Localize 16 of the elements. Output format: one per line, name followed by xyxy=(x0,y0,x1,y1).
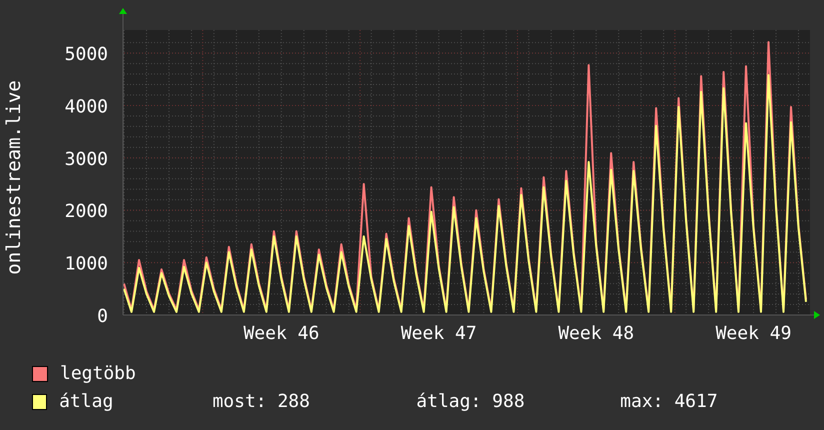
legend-stat: átlag: 988 xyxy=(416,391,526,412)
x-tick-label: Week 49 xyxy=(716,323,792,344)
x-tick-label: Week 48 xyxy=(558,323,634,344)
legend-label: legtöbb xyxy=(60,363,137,384)
x-tick-label: Week 46 xyxy=(243,323,320,344)
y-tick-label: 0 xyxy=(97,306,108,327)
y-tick-label: 1000 xyxy=(64,254,108,275)
legend-stat: most: 288 xyxy=(212,391,311,412)
legend-stat: max: 4617 xyxy=(620,391,719,412)
y-axis-title: onlinestream.live xyxy=(3,80,25,275)
y-tick-label: 5000 xyxy=(64,44,108,66)
legend-label: átlag xyxy=(59,391,114,412)
x-tick-label: Week 47 xyxy=(400,323,477,344)
y-tick-label: 2000 xyxy=(64,201,108,222)
y-tick-label: 4000 xyxy=(64,96,108,118)
y-tick-label: 3000 xyxy=(64,148,108,170)
